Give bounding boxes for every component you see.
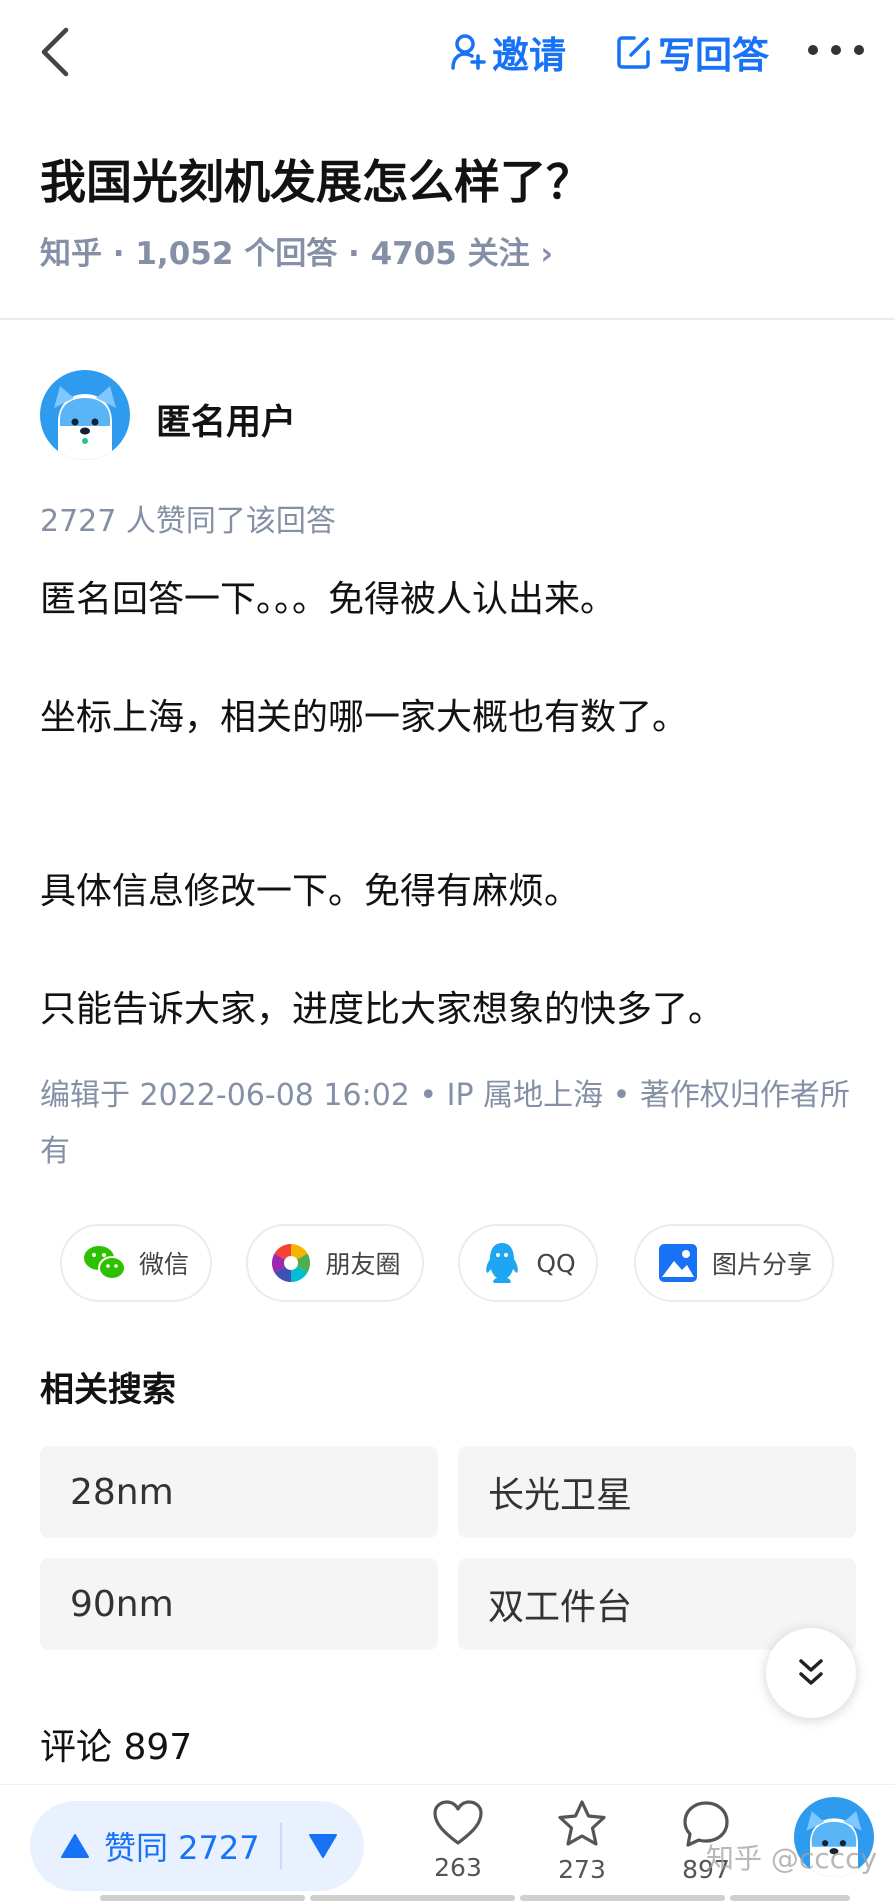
double-chevron-down-icon: [799, 1659, 823, 1685]
share-image-label: 图片分享: [711, 1250, 812, 1279]
vote-summary: 2727 人赞同了该回答: [40, 504, 336, 539]
author-avatar[interactable]: [40, 370, 130, 460]
vote-pill: 赞同 2727: [30, 1801, 364, 1891]
page-indicator: [520, 1895, 725, 1901]
section-divider: [0, 318, 895, 320]
write-answer-label: 写回答: [658, 34, 769, 77]
moments-icon: [269, 1241, 313, 1285]
watermark: 知乎 @ccccy: [706, 1842, 878, 1875]
edit-info: 编辑于 2022-06-08 16:02 • IP 属地上海 • 著作权归作者所…: [40, 1078, 850, 1169]
qq-penguin-icon: [480, 1241, 524, 1285]
more-dot-icon: [831, 45, 841, 55]
share-wechat-label: 微信: [138, 1250, 189, 1279]
upvote-triangle-icon: [61, 1834, 89, 1858]
share-wechat-button[interactable]: 微信: [60, 1224, 212, 1302]
like-button[interactable]: 263: [418, 1799, 498, 1882]
share-image-button[interactable]: 图片分享: [634, 1224, 834, 1302]
page-indicator: [730, 1895, 850, 1901]
like-count: 263: [434, 1853, 482, 1882]
wechat-icon: [83, 1241, 127, 1285]
bottom-action-bar: 赞同 2727 263 273 897 知乎 @ccccy: [0, 1784, 895, 1903]
favorite-button[interactable]: 273: [542, 1799, 622, 1884]
answer-paragraph: 只能告诉大家，进度比大家想象的快多了。: [40, 989, 725, 1030]
more-options-button[interactable]: [808, 30, 864, 70]
share-moments-label: 朋友圈: [325, 1250, 401, 1279]
more-dot-icon: [808, 45, 818, 55]
top-navigation-bar: 邀请 写回答: [0, 0, 895, 104]
answer-paragraph: 具体信息修改一下。免得有麻烦。: [40, 871, 581, 912]
upvote-label: 赞同 2727: [104, 1829, 260, 1867]
question-meta[interactable]: 知乎 · 1,052 个回答 · 4705 关注 ›: [40, 228, 553, 273]
upvote-button[interactable]: 赞同 2727: [30, 1801, 280, 1891]
star-icon: [558, 1800, 606, 1846]
downvote-triangle-icon: [309, 1834, 337, 1858]
back-arrow-icon: [41, 27, 69, 77]
downvote-button[interactable]: [282, 1801, 364, 1891]
favorite-count: 273: [558, 1855, 606, 1884]
related-searches-title: 相关搜索: [40, 1370, 176, 1410]
related-search-chip[interactable]: 长光卫星: [458, 1446, 856, 1538]
share-moments-button[interactable]: 朋友圈: [246, 1224, 424, 1302]
invite-user-icon: [451, 34, 486, 70]
share-qq-label: QQ: [536, 1248, 576, 1278]
write-answer-button[interactable]: 写回答: [616, 28, 769, 77]
answer-paragraph: 坐标上海，相关的哪一家大概也有数了。: [40, 697, 689, 738]
more-dot-icon: [854, 45, 864, 55]
answer-paragraph: 匿名回答一下。。。免得被人认出来。: [40, 579, 617, 620]
edit-icon: [617, 36, 650, 69]
author-name[interactable]: 匿名用户: [156, 394, 296, 445]
related-search-chip[interactable]: 90nm: [40, 1558, 438, 1650]
heart-icon: [433, 1800, 483, 1845]
scroll-next-button[interactable]: [766, 1628, 856, 1718]
related-search-chip[interactable]: 28nm: [40, 1446, 438, 1538]
invite-button[interactable]: 邀请: [450, 28, 566, 77]
anonymous-avatar-icon: [40, 370, 130, 460]
page-indicator: [100, 1895, 305, 1901]
back-button[interactable]: [34, 22, 78, 82]
invite-label: 邀请: [492, 34, 566, 77]
question-title[interactable]: 我国光刻机发展怎么样了？: [40, 146, 592, 212]
comments-title[interactable]: 评论 897: [40, 1718, 192, 1770]
image-share-icon: [656, 1241, 700, 1285]
share-qq-button[interactable]: QQ: [458, 1224, 598, 1302]
page-indicator: [310, 1895, 515, 1901]
